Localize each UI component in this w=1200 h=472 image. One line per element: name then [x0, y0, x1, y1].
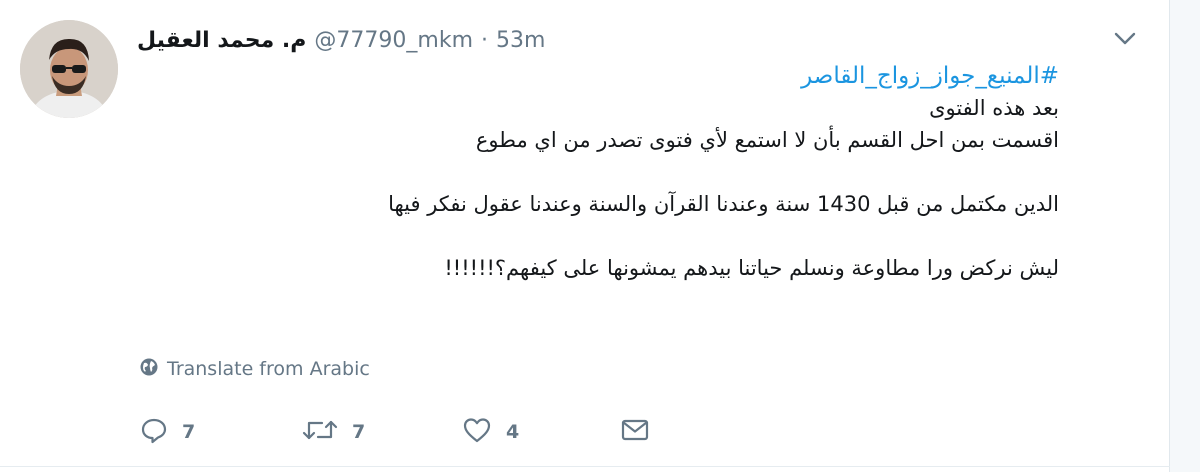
page-background-strip	[1170, 0, 1200, 472]
more-options-button[interactable]	[1108, 26, 1142, 54]
reply-icon	[140, 416, 168, 448]
envelope-icon	[620, 416, 650, 448]
author-name[interactable]: م. محمد العقيل	[137, 28, 306, 53]
like-count: 4	[506, 421, 520, 443]
retweet-count: 7	[352, 421, 366, 443]
like-button[interactable]: 4	[462, 414, 519, 450]
tweet-line: الدين مكتمل من قبل 1430 سنة وعندنا القرآ…	[388, 192, 1059, 216]
translate-label: Translate from Arabic	[167, 358, 370, 380]
tweet-text: #المنيع_جواز_زواج_القاصر بعد هذه الفتوى …	[179, 60, 1059, 284]
translate-link[interactable]: Translate from Arabic	[139, 356, 370, 382]
avatar[interactable]	[20, 20, 118, 118]
globe-icon	[139, 357, 159, 381]
reply-button[interactable]: 7	[140, 414, 195, 450]
tweet-timestamp[interactable]: 53m	[496, 28, 545, 53]
tweet-card: م. محمد العقيل @77790_mkm · 53m #المنيع_…	[0, 0, 1170, 472]
tweet-line: اقسمت بمن احل القسم بأن لا استمع لأي فتو…	[475, 128, 1059, 152]
tweet-line: بعد هذه الفتوى	[929, 96, 1059, 120]
direct-message-button[interactable]	[620, 414, 650, 450]
tweet-header: م. محمد العقيل @77790_mkm · 53m	[137, 24, 545, 56]
header-separator: ·	[481, 27, 488, 53]
author-handle[interactable]: @77790_mkm	[314, 28, 473, 53]
heart-icon	[462, 416, 492, 448]
retweet-button[interactable]: 7	[302, 414, 365, 450]
chevron-down-icon	[1114, 31, 1136, 50]
hashtag-link[interactable]: #المنيع_جواز_زواج_القاصر	[801, 63, 1059, 89]
avatar-image	[20, 20, 118, 118]
tweet-line: ليش نركض ورا مطاوعة ونسلم حياتنا بيدهم ي…	[444, 256, 1059, 280]
retweet-icon	[302, 416, 338, 448]
reply-count: 7	[182, 421, 196, 443]
tweet-divider	[0, 466, 1170, 467]
